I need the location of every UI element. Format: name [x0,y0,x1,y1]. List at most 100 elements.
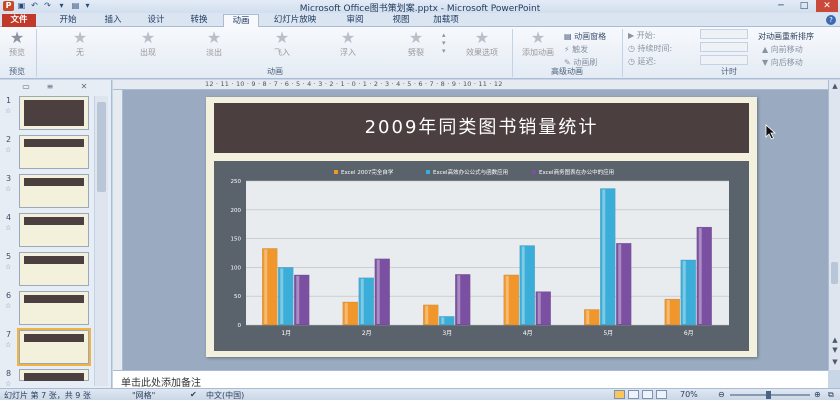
chart-frame[interactable]: 0 50 100 150 200 250 1月 2月 3月 4月 5月 6月 Excel 2007完全自… [214,161,749,351]
slideshow-view-button[interactable] [656,390,667,399]
tab-transitions[interactable]: 转换 [183,14,215,27]
trigger-icon: ⚡ [564,45,573,54]
star-icon: ★ [340,28,356,47]
effect-fade[interactable]: ★ 淡出 [194,29,234,58]
slide-title-box[interactable]: 2009年同类图书销量统计 [214,103,749,153]
ribbon-tab-row: 文件 开始 插入 设计 转换 动画 幻灯片放映 审阅 视图 加载项 ? [0,13,840,27]
reorder-label: 对动画重新排序 [758,32,814,41]
effect-split[interactable]: ★ 劈裂 [396,29,436,58]
close-panel-icon[interactable]: ✕ [78,82,90,92]
y-tick-label: 100 [231,265,242,271]
legend-swatch [532,170,536,174]
language-indicator[interactable]: 中文(中国) [206,390,244,400]
effect-label: 劈裂 [408,48,424,57]
close-button[interactable]: ✕ [816,0,838,12]
slide-thumbnail[interactable] [17,328,91,366]
effect-fly-in[interactable]: ★ 飞入 [262,29,302,58]
current-slide[interactable]: 2009年同类图书销量统计 0 50 100 150 200 250 1月 2月 3月 4月 5月 6… [206,97,757,357]
thumbnail-header [24,100,84,126]
move-earlier-button[interactable]: ▲ 向前移动 [762,44,803,55]
add-animation-icon: ★ [530,28,546,47]
scroll-up-icon[interactable]: ▲ [829,82,840,90]
animation-indicator-icon: ☆ [5,185,12,193]
tab-view[interactable]: 视图 [384,14,418,27]
animation-indicator-icon: ☆ [5,107,12,115]
slide-number: 2 [6,135,12,144]
trigger-button[interactable]: ⚡ 触发 [564,44,588,55]
minimize-button[interactable]: ─ [770,0,792,12]
spellcheck-icon[interactable]: ✔ [190,390,197,399]
bar-highlight [602,189,606,324]
scroll-down-icon[interactable]: ▼ [829,358,840,366]
help-icon[interactable]: ? [826,15,836,25]
slides-panel: ▭ ≡ ✕ 1 ☆ 2 ☆ 3 ☆ 4 ☆ 5 ☆ 6 ☆ 7 ☆ 8 ☆ [0,80,112,388]
x-tick-label: 6月 [684,330,694,337]
tab-design[interactable]: 设计 [140,14,172,27]
effect-float-in[interactable]: ★ 浮入 [328,29,368,58]
slide-thumbnail[interactable] [19,135,89,169]
tab-home[interactable]: 开始 [52,14,84,27]
bar-highlight [537,292,541,324]
add-animation-label: 添加动画 [522,48,554,57]
thumbnail-header [24,373,84,381]
up-arrow-icon: ▲ [762,45,771,54]
tab-insert[interactable]: 插入 [97,14,129,27]
start-select[interactable] [700,29,748,39]
panel-tabs: ▭ ≡ ✕ [20,82,90,92]
tab-file[interactable]: 文件 [2,14,36,27]
ribbon-separator [622,29,623,77]
slide-sorter-view-button[interactable] [628,390,639,399]
x-tick-label: 3月 [442,330,452,337]
zoom-slider-handle[interactable] [766,391,771,399]
zoom-in-icon[interactable]: ⊕ [814,390,821,399]
duration-input[interactable] [700,42,748,52]
sales-chart[interactable]: 0 50 100 150 200 250 1月 2月 3月 4月 5月 6月 Excel 2007完全自… [214,161,749,351]
bar-highlight [666,300,670,324]
thumbnail-header [24,295,84,303]
fit-to-window-icon[interactable]: ⧉ [828,390,834,400]
effect-options-button[interactable]: ★ 效果选项 [458,29,506,58]
gallery-scroll-icon[interactable]: ▴ ▾ ▾ [442,31,446,55]
notes-pane[interactable]: 单击此处添加备注 [113,370,828,389]
slide-thumbnail[interactable] [19,213,89,247]
preview-button[interactable]: ★ 预览 [4,29,30,58]
slide-thumbnail[interactable] [19,174,89,208]
maximize-button[interactable]: □ [793,0,815,12]
bar-highlight [280,268,284,324]
slide-thumbnail[interactable] [19,252,89,286]
tab-animations[interactable]: 动画 [223,14,259,27]
animation-indicator-icon: ☆ [5,380,12,388]
next-slide-icon[interactable]: ▼ [829,346,840,354]
reading-view-button[interactable] [642,390,653,399]
tab-addins[interactable]: 加载项 [426,14,466,27]
star-icon: ★ [474,28,490,47]
effect-label: 浮入 [340,48,356,57]
ribbon-separator [36,29,37,77]
outline-tab-icon[interactable]: ≡ [44,82,56,92]
effect-none[interactable]: ★ 无 [60,29,100,58]
previous-slide-icon[interactable]: ▲ [829,336,840,344]
slide-thumbnail[interactable] [19,369,89,381]
delay-input[interactable] [700,55,748,65]
zoom-level[interactable]: 70% [680,390,698,399]
animation-pane-button[interactable]: ▤ 动画窗格 [564,31,606,42]
bar-highlight [264,249,268,324]
scroll-thumb[interactable] [97,102,106,192]
x-tick-label: 2月 [362,330,372,337]
scroll-thumb[interactable] [831,262,838,284]
slides-panel-scrollbar[interactable] [94,96,108,386]
slide-thumbnail[interactable] [19,96,89,130]
effect-appear[interactable]: ★ 出现 [128,29,168,58]
normal-view-button[interactable] [614,390,625,399]
tab-slideshow[interactable]: 幻灯片放映 [264,14,326,27]
status-bar: 幻灯片 第 7 张，共 9 张 "网格" ✔ 中文(中国) 70% ⊖ ⊕ ⧉ [0,388,840,400]
slide-thumbnail[interactable] [19,291,89,325]
move-later-button[interactable]: ▼ 向后移动 [762,57,803,68]
zoom-out-icon[interactable]: ⊖ [718,390,725,399]
animation-indicator-icon: ☆ [5,263,12,271]
tab-review[interactable]: 审阅 [338,14,372,27]
workspace-vertical-scrollbar[interactable]: ▲ ▲ ▼ ▼ [828,80,840,370]
animation-pane-icon: ▤ [564,32,575,41]
add-animation-button[interactable]: ★ 添加动画 [516,29,560,58]
slides-tab-icon[interactable]: ▭ [20,82,32,92]
